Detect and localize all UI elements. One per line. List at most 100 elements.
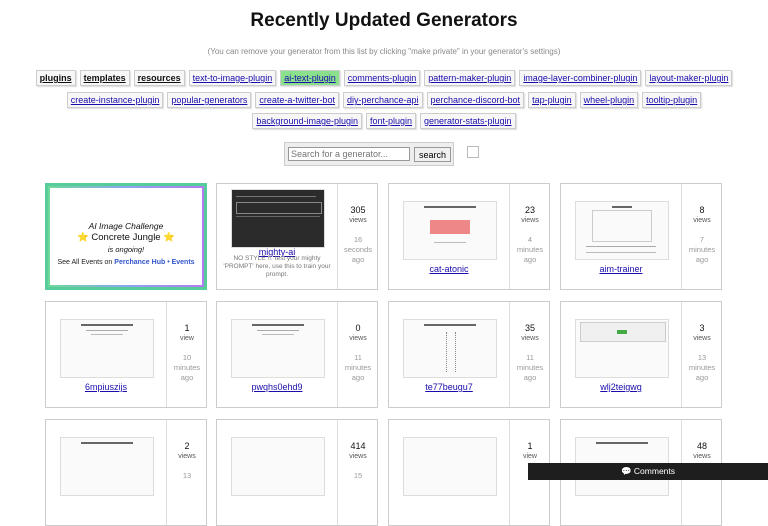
card-thumb-area: te77beugu7 (389, 302, 510, 407)
generator-card[interactable]: 1 view (388, 419, 550, 526)
view-label: views (178, 453, 196, 460)
challenge-name: ⭐ Concrete Jungle ⭐ (76, 232, 176, 243)
search-box: search (284, 142, 454, 166)
tag-wheel-plugin[interactable]: wheel-plugin (579, 92, 639, 108)
tag-create-a-twitter-bot[interactable]: create-a-twitter-bot (255, 92, 339, 108)
generator-thumbnail[interactable] (575, 319, 669, 378)
tag-templates[interactable]: templates (79, 70, 130, 86)
card-thumb-area: cat-atonic (389, 184, 510, 289)
tag-plugins[interactable]: plugins (35, 70, 76, 86)
card-thumb-area (389, 420, 510, 525)
card-stats: 1 view (510, 420, 550, 460)
comments-button[interactable]: 💬 Comments (528, 463, 768, 480)
generator-thumbnail[interactable] (60, 437, 154, 496)
generator-thumbnail[interactable] (575, 201, 669, 260)
generator-link[interactable]: pwqhs0ehd9 (217, 382, 337, 392)
generator-thumbnail[interactable] (231, 319, 325, 378)
view-label: view (522, 453, 537, 460)
events-prefix: See All Events on (57, 259, 113, 266)
view-count: 0 (355, 323, 361, 333)
view-count: 8 (699, 205, 705, 215)
view-count: 48 (696, 441, 707, 451)
card-stats: 305 views 16 seconds ago (338, 184, 378, 265)
tag-text-to-image-plugin[interactable]: text-to-image-plugin (188, 70, 277, 86)
view-count: 3 (699, 323, 705, 333)
card-stats: 0 views 11 minutes ago (338, 302, 378, 383)
updated-time: 4 minutes ago (516, 235, 544, 264)
page-title: Recently Updated Generators (250, 10, 518, 31)
updated-time: 16 seconds ago (344, 235, 372, 264)
generator-card[interactable]: 414 views 15 (216, 419, 378, 526)
tag-perchance-discord-bot[interactable]: perchance-discord-bot (426, 92, 525, 108)
view-label: views (521, 217, 539, 224)
page-subtitle: (You can remove your generator from this… (207, 47, 561, 56)
ai-challenge-banner[interactable]: AI Image Challenge ⭐ Concrete Jungle ⭐ i… (45, 183, 207, 290)
view-count: 305 (350, 205, 366, 215)
generator-card[interactable]: pwqhs0ehd9 0 views 11 minutes ago (216, 301, 378, 408)
card-stats: 8 views 7 minutes ago (682, 184, 722, 265)
generator-card[interactable]: wlj2teigwg 3 views 13 minutes ago (560, 301, 722, 408)
card-thumb-area: aim-trainer (561, 184, 682, 289)
tag-tooltip-plugin[interactable]: tooltip-plugin (642, 92, 702, 108)
generator-card[interactable]: te77beugu7 35 views 11 minutes ago (388, 301, 550, 408)
generator-thumbnail[interactable] (403, 437, 497, 496)
card-stats: 3 views 13 minutes ago (682, 302, 722, 383)
generator-card[interactable]: 6mpiuszijs 1 view 10 minutes ago (45, 301, 207, 408)
tag-font-plugin[interactable]: font-plugin (365, 113, 417, 129)
generator-thumbnail[interactable] (60, 319, 154, 378)
card-stats: 23 views 4 minutes ago (510, 184, 550, 265)
tag-diy-perchance-api[interactable]: diy-perchance-api (342, 92, 423, 108)
view-count: 35 (524, 323, 535, 333)
generator-link[interactable]: 6mpiuszijs (46, 382, 166, 392)
tag-row-3: background-image-plugin font-plugin genera… (0, 113, 768, 129)
tag-comments-plugin[interactable]: comments-plugin (343, 70, 421, 86)
generator-link[interactable]: cat-atonic (389, 264, 509, 274)
view-label: views (349, 453, 367, 460)
tag-generator-stats-plugin[interactable]: generator-stats-plugin (420, 113, 516, 129)
tag-pattern-maker-plugin[interactable]: pattern-maker-plugin (424, 70, 516, 86)
view-label: view (179, 335, 194, 342)
generator-thumbnail[interactable] (231, 437, 325, 496)
perchance-hub-events-link[interactable]: Perchance Hub • Events (114, 259, 194, 266)
card-thumb-area (46, 420, 167, 525)
challenge-status: is ongoing! (107, 245, 145, 254)
tag-row-1: plugins templates resources text-to-image-p… (0, 70, 768, 86)
generator-link[interactable]: aim-trainer (561, 264, 681, 274)
view-count: 414 (350, 441, 366, 451)
generator-link[interactable]: te77beugu7 (389, 382, 509, 392)
generator-thumbnail[interactable] (403, 201, 497, 260)
generator-card[interactable]: mighty-ai NO STYLE !!. test your mighty … (216, 183, 378, 290)
view-label: views (693, 453, 711, 460)
generator-card[interactable]: 2 views 13 (45, 419, 207, 526)
view-label: views (349, 217, 367, 224)
generator-link[interactable]: wlj2teigwg (561, 382, 681, 392)
card-stats: 35 views 11 minutes ago (510, 302, 550, 383)
tag-create-instance-plugin[interactable]: create-instance-plugin (66, 92, 164, 108)
view-count: 1 (527, 441, 533, 451)
updated-time: 10 minutes ago (173, 353, 201, 382)
search-button[interactable]: search (414, 147, 451, 162)
card-thumb-area: wlj2teigwg (561, 302, 682, 407)
view-label: views (521, 335, 539, 342)
tag-layout-maker-plugin[interactable]: layout-maker-plugin (645, 70, 733, 86)
generator-description: NO STYLE !!. test your mighty 'PROMPT' h… (223, 255, 331, 278)
updated-time: 13 minutes ago (688, 353, 716, 382)
updated-time: 11 minutes ago (344, 353, 372, 382)
tag-row-2: create-instance-plugin popular-generators… (0, 92, 768, 108)
card-stats: 1 view 10 minutes ago (167, 302, 207, 383)
tag-resources[interactable]: resources (133, 70, 185, 86)
tag-ai-text-plugin[interactable]: ai-text-plugin (280, 70, 340, 86)
generator-thumbnail[interactable] (231, 189, 325, 248)
view-label: views (349, 335, 367, 342)
card-thumb-area: pwqhs0ehd9 (217, 302, 338, 407)
generator-thumbnail[interactable] (403, 319, 497, 378)
view-count: 1 (184, 323, 190, 333)
tag-background-image-plugin[interactable]: background-image-plugin (252, 113, 362, 129)
tag-popular-generators[interactable]: popular-generators (167, 92, 252, 108)
card-stats: 414 views 15 (338, 420, 378, 481)
generator-card[interactable]: cat-atonic 23 views 4 minutes ago (388, 183, 550, 290)
search-input[interactable] (288, 147, 410, 161)
tag-image-layer-combiner-plugin[interactable]: image-layer-combiner-plugin (519, 70, 642, 86)
generator-card[interactable]: aim-trainer 8 views 7 minutes ago (560, 183, 722, 290)
tag-tap-plugin[interactable]: tap-plugin (528, 92, 576, 108)
